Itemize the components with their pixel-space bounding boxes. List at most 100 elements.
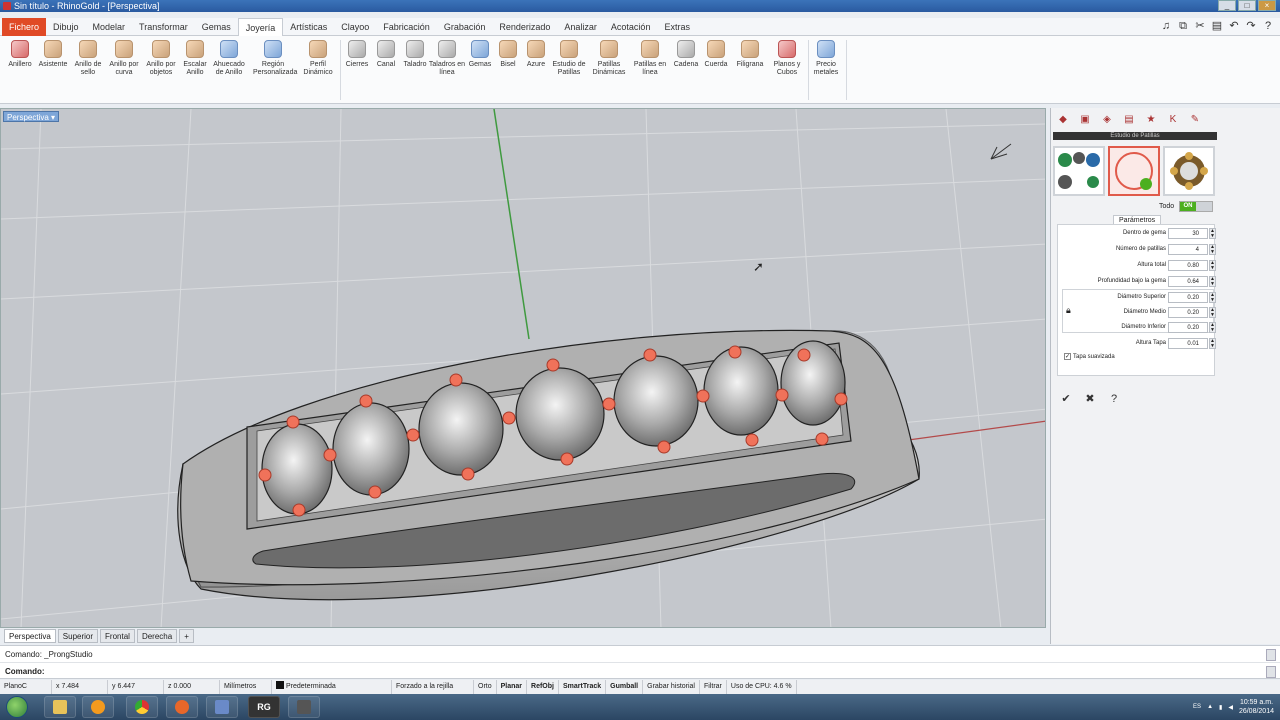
viewport-canvas[interactable] [1, 109, 1046, 628]
color-icon[interactable]: ◆ [1055, 114, 1071, 126]
precio-metales-button[interactable]: Precio metales [806, 40, 846, 77]
tab-analizar[interactable]: Analizar [557, 18, 604, 36]
close-button[interactable]: × [1258, 0, 1276, 11]
patillas-dinamicas-button[interactable]: Patillas Dinámicas [589, 40, 629, 77]
middle-diameter-field[interactable]: 0.20 [1168, 307, 1208, 318]
region-personalizada-button[interactable]: Región Personalizada [253, 40, 297, 77]
top-diameter-field[interactable]: 0.20 [1168, 292, 1208, 303]
units-label[interactable]: Milímetros [220, 680, 272, 694]
view-tab-superior[interactable]: Superior [57, 629, 99, 643]
view-tab-frontal[interactable]: Frontal [100, 629, 135, 643]
tab-artisticas[interactable]: Artísticas [283, 18, 334, 36]
tab-clayoo[interactable]: Clayoo [334, 18, 376, 36]
tab-grabacion[interactable]: Grabación [437, 18, 493, 36]
copy-icon[interactable]: ⧉ [1177, 20, 1189, 33]
chrome-icon[interactable] [126, 696, 158, 718]
spinner-icon[interactable]: ▲ ▼ [1209, 322, 1216, 333]
anillo-curva-button[interactable]: Anillo por curva [104, 40, 144, 77]
tab-renderizado[interactable]: Renderizado [492, 18, 557, 36]
tab-acotacion[interactable]: Acotación [604, 18, 658, 36]
cancel-button[interactable]: ✖ [1083, 392, 1097, 406]
minimize-button[interactable]: _ [1218, 0, 1236, 11]
prong-count-field[interactable]: 4 [1168, 244, 1208, 255]
tab-extras[interactable]: Extras [657, 18, 697, 36]
layer-color-swatch [276, 681, 284, 689]
history-toggle[interactable]: Grabar historial [643, 680, 700, 694]
view-tab-derecha[interactable]: Derecha [136, 629, 178, 643]
cap-height-field[interactable]: 0.01 [1168, 338, 1208, 349]
refobj-toggle[interactable]: RefObj [527, 680, 559, 694]
tools-icon[interactable]: ◈ [1099, 114, 1115, 126]
network-icon[interactable]: ▮ [1219, 704, 1222, 711]
cut-icon[interactable]: ✂ [1194, 20, 1206, 33]
gem-inside-field[interactable]: 30 [1168, 228, 1208, 239]
spinner-icon[interactable]: ▲ ▼ [1209, 244, 1216, 255]
smooth-cap-checkbox[interactable]: ✓ Tapa suavizada [1064, 353, 1115, 360]
grid-snap-toggle[interactable]: Forzado a la rejilla [392, 680, 474, 694]
planar-toggle[interactable]: Planar [497, 680, 528, 694]
tab-fabricacion[interactable]: Fabricación [376, 18, 437, 36]
star-icon[interactable]: ★ [1143, 114, 1159, 126]
spinner-icon[interactable]: ▲ ▼ [1209, 260, 1216, 271]
add-view-button[interactable]: + [179, 629, 194, 643]
prong-style-thumbnail-1[interactable] [1053, 146, 1105, 196]
save-icon[interactable] [206, 696, 238, 718]
prong-style-thumbnail-3[interactable] [1163, 146, 1215, 196]
tab-gemas[interactable]: Gemas [195, 18, 238, 36]
spinner-icon[interactable]: ▲ ▼ [1209, 338, 1216, 349]
total-height-field[interactable]: 0.80 [1168, 260, 1208, 271]
spinner-icon[interactable]: ▲ ▼ [1209, 228, 1216, 239]
ahuecado-button[interactable]: Ahuecado de Anillo [209, 40, 249, 77]
spinner-icon[interactable]: ▲ ▼ [1209, 292, 1216, 303]
language-indicator[interactable]: ES [1193, 704, 1201, 710]
depth-below-gem-field[interactable]: 0.64 [1168, 276, 1208, 287]
perfil-dinamico-button[interactable]: Perfil Dinámico [298, 40, 338, 77]
filigrana-button[interactable]: Filigrana [730, 40, 770, 69]
help-icon[interactable]: ? [1262, 20, 1274, 33]
gumball-toggle[interactable]: Gumball [606, 680, 644, 694]
viewport-label[interactable]: Perspectiva [3, 111, 60, 122]
layer-selector[interactable]: Predeterminada [272, 680, 392, 694]
planos-cubos-button[interactable]: Planos y Cubos [767, 40, 807, 77]
orto-toggle[interactable]: Orto [474, 680, 497, 694]
photo-icon[interactable] [288, 696, 320, 718]
volume-icon[interactable]: ◀ [1228, 704, 1233, 711]
prong-style-thumbnail-2[interactable] [1108, 146, 1160, 196]
clock[interactable]: 10:59 a.m. 26/08/2014 [1239, 698, 1274, 716]
view-tab-perspectiva[interactable]: Perspectiva [4, 629, 56, 643]
maximize-button[interactable]: □ [1238, 0, 1256, 11]
display-icon[interactable]: ▣ [1077, 114, 1093, 126]
patillas-linea-button[interactable]: Patillas en línea [630, 40, 670, 77]
estudio-patillas-button[interactable]: Estudio de Patillas [549, 40, 589, 77]
redo-icon[interactable]: ↷ [1245, 20, 1257, 33]
bottom-diameter-field[interactable]: 0.20 [1168, 322, 1208, 333]
viewport-perspective[interactable]: Perspectiva ➚ [0, 108, 1046, 628]
tab-transformar[interactable]: Transformar [132, 18, 195, 36]
command-input[interactable]: Comando: [0, 662, 1280, 679]
rhinogold-taskbar-button[interactable]: RG [248, 696, 280, 718]
start-button[interactable] [6, 696, 28, 718]
tab-dibujo[interactable]: Dibujo [46, 18, 86, 36]
firefox-icon[interactable] [166, 696, 198, 718]
tab-fichero[interactable]: Fichero [2, 18, 47, 36]
anillo-sello-button[interactable]: Anillo de sello [68, 40, 108, 77]
panel-tab-k[interactable]: K [1165, 114, 1181, 126]
mic-icon[interactable]: ♫ [1160, 20, 1172, 33]
confirm-button[interactable]: ✔ [1059, 392, 1073, 406]
tab-modelar[interactable]: Modelar [86, 18, 133, 36]
brush-icon[interactable]: ✎ [1187, 114, 1203, 126]
smarttrack-toggle[interactable]: SmartTrack [559, 680, 607, 694]
spinner-icon[interactable]: ▲ ▼ [1209, 307, 1216, 318]
spinner-icon[interactable]: ▲ ▼ [1209, 276, 1216, 287]
tab-joyeria[interactable]: Joyería [237, 18, 284, 36]
media-icon[interactable] [82, 696, 114, 718]
filter-toggle[interactable]: Filtrar [700, 680, 727, 694]
undo-icon[interactable]: ↶ [1228, 20, 1240, 33]
explorer-icon[interactable] [44, 696, 76, 718]
layers-icon[interactable]: ▤ [1121, 114, 1137, 126]
tray-arrow-icon[interactable]: ▲ [1207, 704, 1213, 710]
help-button[interactable]: ? [1107, 392, 1121, 406]
todo-toggle[interactable]: ON [1179, 201, 1213, 212]
asistente-button[interactable]: Asistente [33, 40, 73, 69]
paste-icon[interactable]: ▤ [1211, 20, 1223, 33]
